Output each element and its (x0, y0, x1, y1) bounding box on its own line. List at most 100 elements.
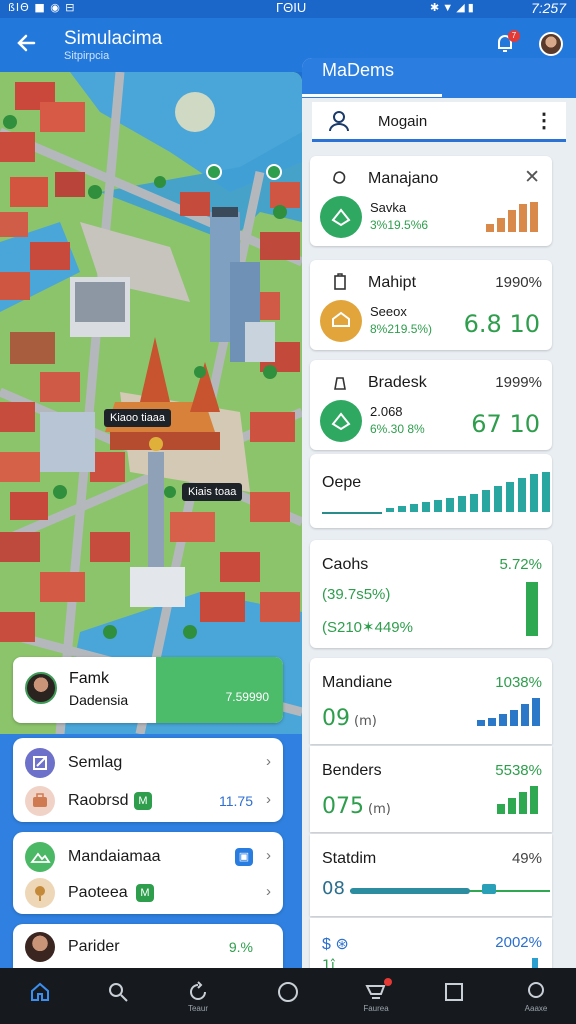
home-circle-icon (320, 400, 362, 442)
edit-icon (25, 748, 55, 778)
list-item[interactable]: Paoteea M › (13, 872, 283, 908)
m-badge: M (134, 792, 152, 810)
avatar-icon (25, 932, 55, 962)
stat-card[interactable]: Mandiane 1038% 09 (m) (310, 658, 552, 744)
list-item[interactable]: Mandaiamaa ▣ › (13, 836, 283, 872)
back-arrow-icon[interactable] (14, 30, 44, 60)
progress-handle[interactable] (482, 884, 496, 894)
square-icon (445, 983, 463, 1001)
stat-percent: 2002% (495, 934, 542, 951)
user-avatar[interactable] (539, 32, 563, 56)
list-item[interactable]: Semlag › (13, 742, 283, 778)
right-panel: MaDems Mogain ⋮ Manajano ✕ Savka 3%19.5%… (302, 58, 576, 968)
stat-title: Mandiane (322, 674, 393, 691)
stat-value: 09 (m) (322, 706, 377, 731)
list-card: Semlag › Raobrsd M 11.75 › (13, 738, 283, 822)
list-item[interactable]: Parider 9.% (13, 926, 283, 962)
tag-icon (333, 171, 346, 184)
list-item-label: Parider (68, 938, 120, 955)
status-center: ΓΘΙU (276, 0, 307, 15)
metric-card-title: Manajano (368, 170, 439, 187)
orange-bar-chart (486, 202, 538, 232)
cash-card[interactable]: Caohs 5.72% (39.7s5%) (S210✶449% (310, 540, 552, 648)
metric-card[interactable]: Bradesk 1999% 2.068 6%.30 8% 67 10 (310, 360, 552, 450)
city-map[interactable]: Kiaoo tiaaa Kiais toaa (0, 72, 302, 734)
stat-value: 1î (322, 958, 335, 968)
metric-card-value: 67 10 (471, 410, 540, 438)
metric-card-sub: 8%219.5%) (370, 322, 433, 336)
stat-card[interactable]: Benders 5538% 075 (m) (310, 746, 552, 832)
metric-card[interactable]: Manajano ✕ Savka 3%19.5%6 (310, 156, 552, 246)
stat-card[interactable]: Statdim 49% 08 (310, 834, 552, 916)
pin-icon (25, 878, 55, 908)
chart-card[interactable]: Oepe (310, 454, 552, 528)
metric-card-label: Savka (370, 200, 407, 215)
list-item-label: Mandaiamaa (68, 848, 161, 865)
list-item-label: Semlag (68, 754, 123, 771)
progress-fill (350, 888, 470, 894)
list-card: Parider 9.% (13, 924, 283, 968)
stat-value: 08 (322, 878, 345, 899)
tab-indicator (302, 94, 442, 97)
profile-subtitle: Dadensia (69, 692, 129, 708)
chart-title: Oepe (322, 474, 362, 491)
profile-icon (528, 982, 544, 998)
nav-square[interactable] (424, 968, 484, 1024)
search-text: Mogain (378, 113, 428, 130)
close-icon[interactable]: ✕ (524, 166, 540, 189)
metric-card-label: Seeox (370, 304, 407, 319)
metric-card[interactable]: Mahipt 1990% Seeox 8%219.5%) 6.8 10 (310, 260, 552, 350)
list-item-value: 9.% (228, 939, 253, 955)
bottom-navigation: Teaur Faurea Aaaxe (0, 968, 576, 1024)
stat-value: 075 (m) (322, 794, 391, 819)
profile-value: 7.59990 (225, 690, 269, 704)
map-label[interactable]: Kiais toaa (182, 483, 243, 501)
stat-title: Statdim (322, 850, 377, 867)
profile-avatar (25, 672, 57, 704)
profile-card[interactable]: Famk Dadensia 7.59990 (13, 657, 283, 723)
stat-title: $ ⊛ (322, 936, 349, 953)
signal-icons: ✱ ▼ ◢ ▮ (430, 2, 474, 14)
nav-home[interactable] (10, 968, 70, 1024)
stat-card[interactable]: $ ⊛ 2002% 1î (310, 918, 552, 968)
more-options-icon[interactable]: ⋮ (534, 108, 554, 133)
teal-bar-chart (386, 472, 550, 512)
circle-icon (278, 982, 298, 1002)
home-icon (31, 982, 49, 1001)
blue-bar-chart (477, 698, 540, 726)
chevron-right-icon: › (266, 883, 271, 900)
stat-bar (532, 958, 538, 968)
home-circle-icon (320, 300, 362, 342)
nav-profile[interactable]: Aaaxe (506, 968, 566, 1024)
refresh-icon (190, 981, 206, 1000)
nav-label: Faurea (363, 1004, 389, 1013)
metric-card-value: 6.8 10 (463, 310, 540, 338)
map-label[interactable]: Kiaoo tiaaa (104, 409, 172, 427)
nav-cart[interactable]: Faurea (346, 968, 406, 1024)
search-icon (109, 983, 128, 1002)
app-title: Simulacima (64, 28, 163, 49)
cash-line-2: (S210✶449% (322, 619, 413, 636)
home-circle-icon (320, 196, 362, 238)
chart-baseline (322, 512, 382, 514)
cart-badge (384, 978, 392, 986)
nav-search[interactable] (88, 968, 148, 1024)
stat-percent: 5538% (495, 762, 542, 779)
app-subtitle: Sitpirpcia (64, 50, 110, 62)
chevron-right-icon: › (266, 791, 271, 808)
metric-card-title: Mahipt (368, 274, 417, 291)
stat-title: Benders (322, 762, 382, 779)
metric-card-sub: 6%.30 8% (370, 422, 425, 436)
user-search-bar[interactable]: Mogain ⋮ (312, 102, 566, 142)
notification-badge: 7 (508, 30, 520, 42)
status-clock: 7:257 (530, 0, 566, 16)
profile-name: Famk (69, 670, 109, 687)
m-badge: M (136, 884, 154, 902)
list-item[interactable]: Raobrsd M 11.75 › (13, 780, 283, 816)
image-icon: ▣ (235, 848, 253, 866)
stat-percent: 1038% (495, 674, 542, 691)
nav-circle[interactable] (258, 968, 318, 1024)
chevron-right-icon: › (266, 847, 271, 864)
chevron-right-icon: › (266, 753, 271, 770)
nav-refresh[interactable]: Teaur (168, 968, 228, 1024)
